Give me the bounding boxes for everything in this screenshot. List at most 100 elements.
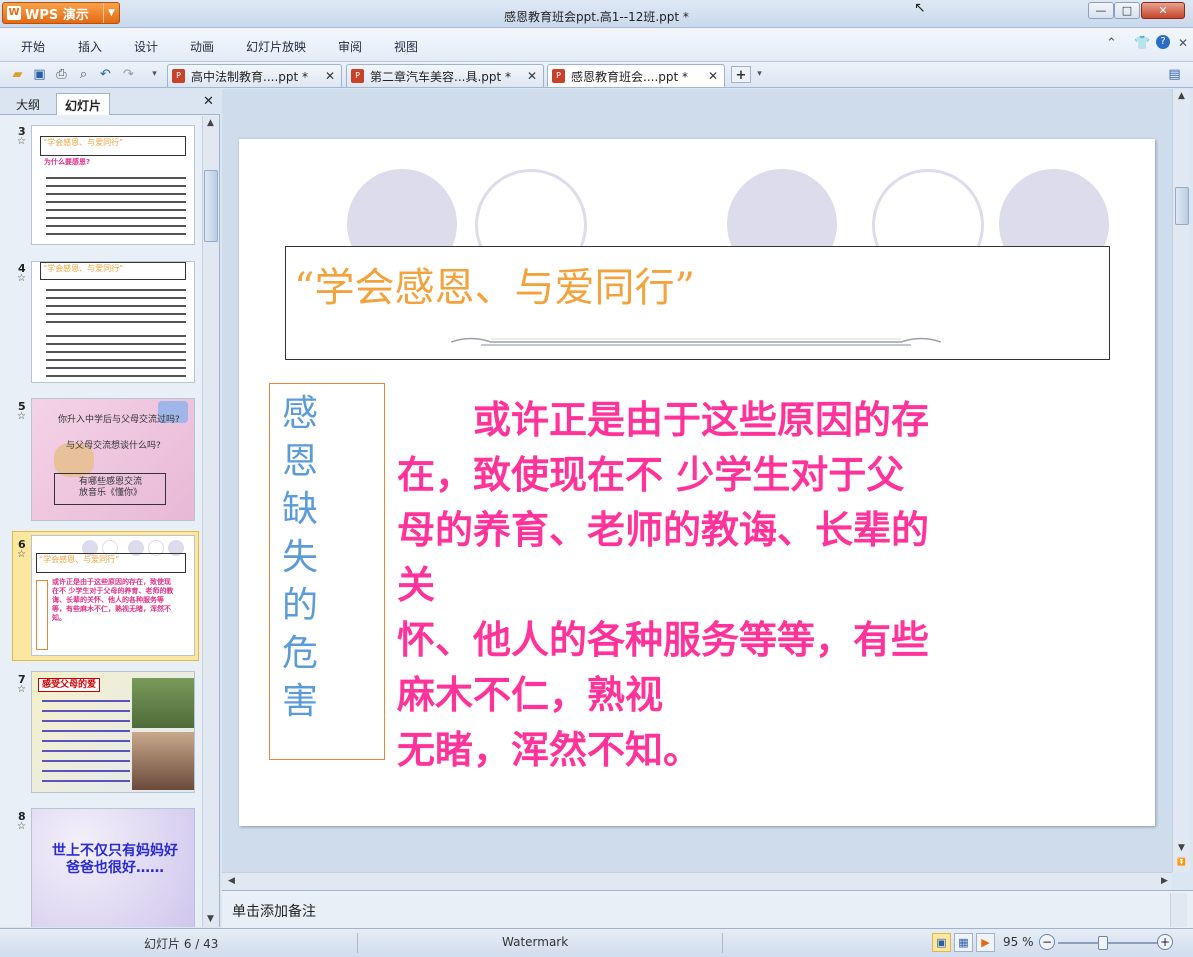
body-line: 母的养育、老师的教诲、长辈的 [397,508,930,552]
close-tab-icon[interactable]: ✕ [325,69,335,83]
close-window-button[interactable]: ✕ [1141,2,1185,19]
menu-design[interactable]: 设计 [134,38,158,55]
ppt-file-icon: P [351,69,364,83]
tab-document-1[interactable]: P 高中法制教育....ppt * ✕ [167,64,342,87]
close-pane-icon[interactable]: ✕ [203,94,214,109]
theme-name: Watermark [502,935,569,949]
scroll-up-icon[interactable]: ▲ [1174,89,1189,104]
slide-canvas[interactable]: “学会感恩、与爱同行” 感恩缺失的危害 或许正是由于这些原因的存 在，致使现在不… [239,139,1155,826]
notes-placeholder: 单击添加备注 [232,904,316,920]
thumbnail-slide-4[interactable]: “学会感恩、与爱同行” [31,261,195,383]
scroll-right-icon[interactable]: ▶ [1157,874,1172,889]
transition-star-icon: ☆ [17,273,26,284]
body-line: 麻木不仁，熟视 [397,673,664,717]
body-line: 或许正是由于这些原因的存 [397,398,930,442]
thumbnail-line: 爸爸也很好…… [66,860,164,876]
scroll-down-icon[interactable]: ▼ [1174,841,1189,856]
thumbnail-slide-3[interactable]: “学会感恩、与爱同行” 为什么要感恩? [31,125,195,245]
zoom-level: 95 % [1003,935,1034,949]
divider [357,933,358,953]
open-folder-icon[interactable]: ▰ [9,66,26,83]
menu-slideshow[interactable]: 幻灯片放映 [246,38,306,55]
menu-animation[interactable]: 动画 [190,38,214,55]
status-bar: 幻灯片 6 / 43 Watermark ▣ ▦ ▶ 95 % − + [0,928,1193,957]
thumbnail-subtitle: 为什么要感恩? [44,158,91,166]
thumbnail-line: 世上不仅只有妈妈好 爸爸也很好…… [40,843,190,877]
close-tab-icon[interactable]: ✕ [527,69,537,83]
save-icon[interactable]: ▣ [31,66,48,83]
thumbnail-slide-7[interactable]: 感受父母的爱 [31,671,195,793]
notes-scrollbar[interactable] [1170,893,1187,927]
ornament-divider [451,337,941,346]
thumbnail-title: “学会感恩、与爱同行” [40,136,186,156]
task-pane-icon[interactable]: ▤ [1166,66,1183,83]
menu-review[interactable]: 审阅 [338,38,362,55]
zoom-slider-track[interactable] [1058,942,1158,944]
print-preview-icon[interactable]: ⌕ [75,66,92,83]
close-tab-icon[interactable]: ✕ [708,69,718,83]
slide-sorter-icon[interactable]: ▦ [954,933,973,952]
menu-bar: 开始 插入 设计 动画 幻灯片放映 审阅 视图 ⌃ 👕 ? ✕ [0,28,1193,62]
title-placeholder[interactable]: “学会感恩、与爱同行” [285,246,1110,360]
normal-view-icon[interactable]: ▣ [932,933,951,952]
notes-pane[interactable]: 单击添加备注 [222,890,1193,928]
tab-document-2[interactable]: P 第二章汽车美容...具.ppt * ✕ [346,64,544,87]
print-icon[interactable]: ⎙ [53,66,70,83]
tab-list-icon[interactable]: ▾ [751,66,768,83]
editor-horizontal-scrollbar[interactable]: ◀ ▶ [222,872,1172,889]
editor-vertical-scrollbar[interactable]: ▲ ▼ ⏬ [1172,89,1190,872]
body-line: 关 [397,563,436,607]
thumbnail-line: 世上不仅只有妈妈好 [52,843,178,859]
side-label-box[interactable]: 感恩缺失的危害 [269,383,385,760]
tab-slides[interactable]: 幻灯片 [56,93,111,115]
tab-document-3[interactable]: P 感恩教育班会....ppt * ✕ [547,64,725,87]
scrollbar-thumb[interactable] [1175,187,1189,225]
close-menu-icon[interactable]: ✕ [1178,36,1188,50]
next-slide-icon[interactable]: ⏬ [1174,855,1189,870]
thumbnail-scrollbar[interactable]: ▲ ▼ [202,116,219,927]
tab-outline[interactable]: 大纲 [8,93,48,115]
chevron-double-up-icon[interactable]: ⌃ [1106,36,1117,51]
ppt-file-icon: P [552,69,565,83]
slideshow-icon[interactable]: ▶ [976,933,995,952]
menu-insert[interactable]: 插入 [78,38,102,55]
slide-pane: 大纲 幻灯片 ✕ 3 ☆ “学会感恩、与爱同行” 为什么要感恩? 4 ☆ “学会… [0,89,220,927]
zoom-slider-thumb[interactable] [1098,936,1108,950]
transition-star-icon: ☆ [17,821,26,832]
scrollbar-thumb[interactable] [204,170,218,242]
thumbnail-body-text [42,696,130,790]
thumbnail-slide-5[interactable]: 你升入中学后与父母交流过吗? 与父母交流想谈什么吗? 有哪些感恩交流 放音乐《懂… [31,398,195,521]
thumbnail-title: “学会感恩、与爱同行” [40,262,186,280]
customize-toolbar-icon[interactable]: ▾ [146,66,163,83]
minimize-button[interactable]: — [1088,2,1114,19]
undo-icon[interactable]: ↶ [97,66,114,83]
thumbnail-line: 你升入中学后与父母交流过吗? [58,415,180,425]
help-icon[interactable]: ? [1156,35,1170,49]
zoom-out-icon[interactable]: − [1039,934,1055,950]
side-label: 感恩缺失的危害 [281,393,318,722]
menu-home[interactable]: 开始 [21,38,45,55]
thumbnail-body-text [46,286,186,326]
thumbnail-box: 有哪些感恩交流 放音乐《懂你》 [54,473,166,505]
new-tab-icon[interactable]: + [731,66,751,83]
zoom-in-icon[interactable]: + [1157,934,1173,950]
transition-star-icon: ☆ [17,411,26,422]
thumbnail-body: 或许正是由于这些原因的存在，致使现在不 少学生对于父母的养育、老师的教诲、长辈的… [52,578,174,622]
body-line: 在，致使现在不 少学生对于父 [397,453,905,497]
scroll-up-icon[interactable]: ▲ [203,116,218,131]
body-text[interactable]: 或许正是由于这些原因的存 在，致使现在不 少学生对于父 母的养育、老师的教诲、长… [397,393,1057,778]
scroll-down-icon[interactable]: ▼ [203,912,218,927]
menu-view[interactable]: 视图 [394,38,418,55]
maximize-button[interactable]: □ [1114,2,1140,19]
chevron-down-icon[interactable]: ▼ [103,3,119,23]
thumbnail-line: 有哪些感恩交流 [79,477,143,487]
thumbnail-slide-6[interactable]: “学会感恩、与爱同行” 或许正是由于这些原因的存在，致使现在不 少学生对于父母的… [31,535,195,656]
skin-icon[interactable]: 👕 [1134,36,1150,51]
wps-app-menu-button[interactable]: W WPS 演示 ▼ [2,2,120,24]
body-line: 怀、他人的各种服务等等，有些 [397,618,930,662]
thumbnail-body-text [46,174,186,240]
thumbnail-slide-8[interactable]: 世上不仅只有妈妈好 爸爸也很好…… [31,808,195,927]
transition-star-icon: ☆ [17,549,26,560]
redo-icon[interactable]: ↷ [120,66,137,83]
scroll-left-icon[interactable]: ◀ [224,874,239,889]
